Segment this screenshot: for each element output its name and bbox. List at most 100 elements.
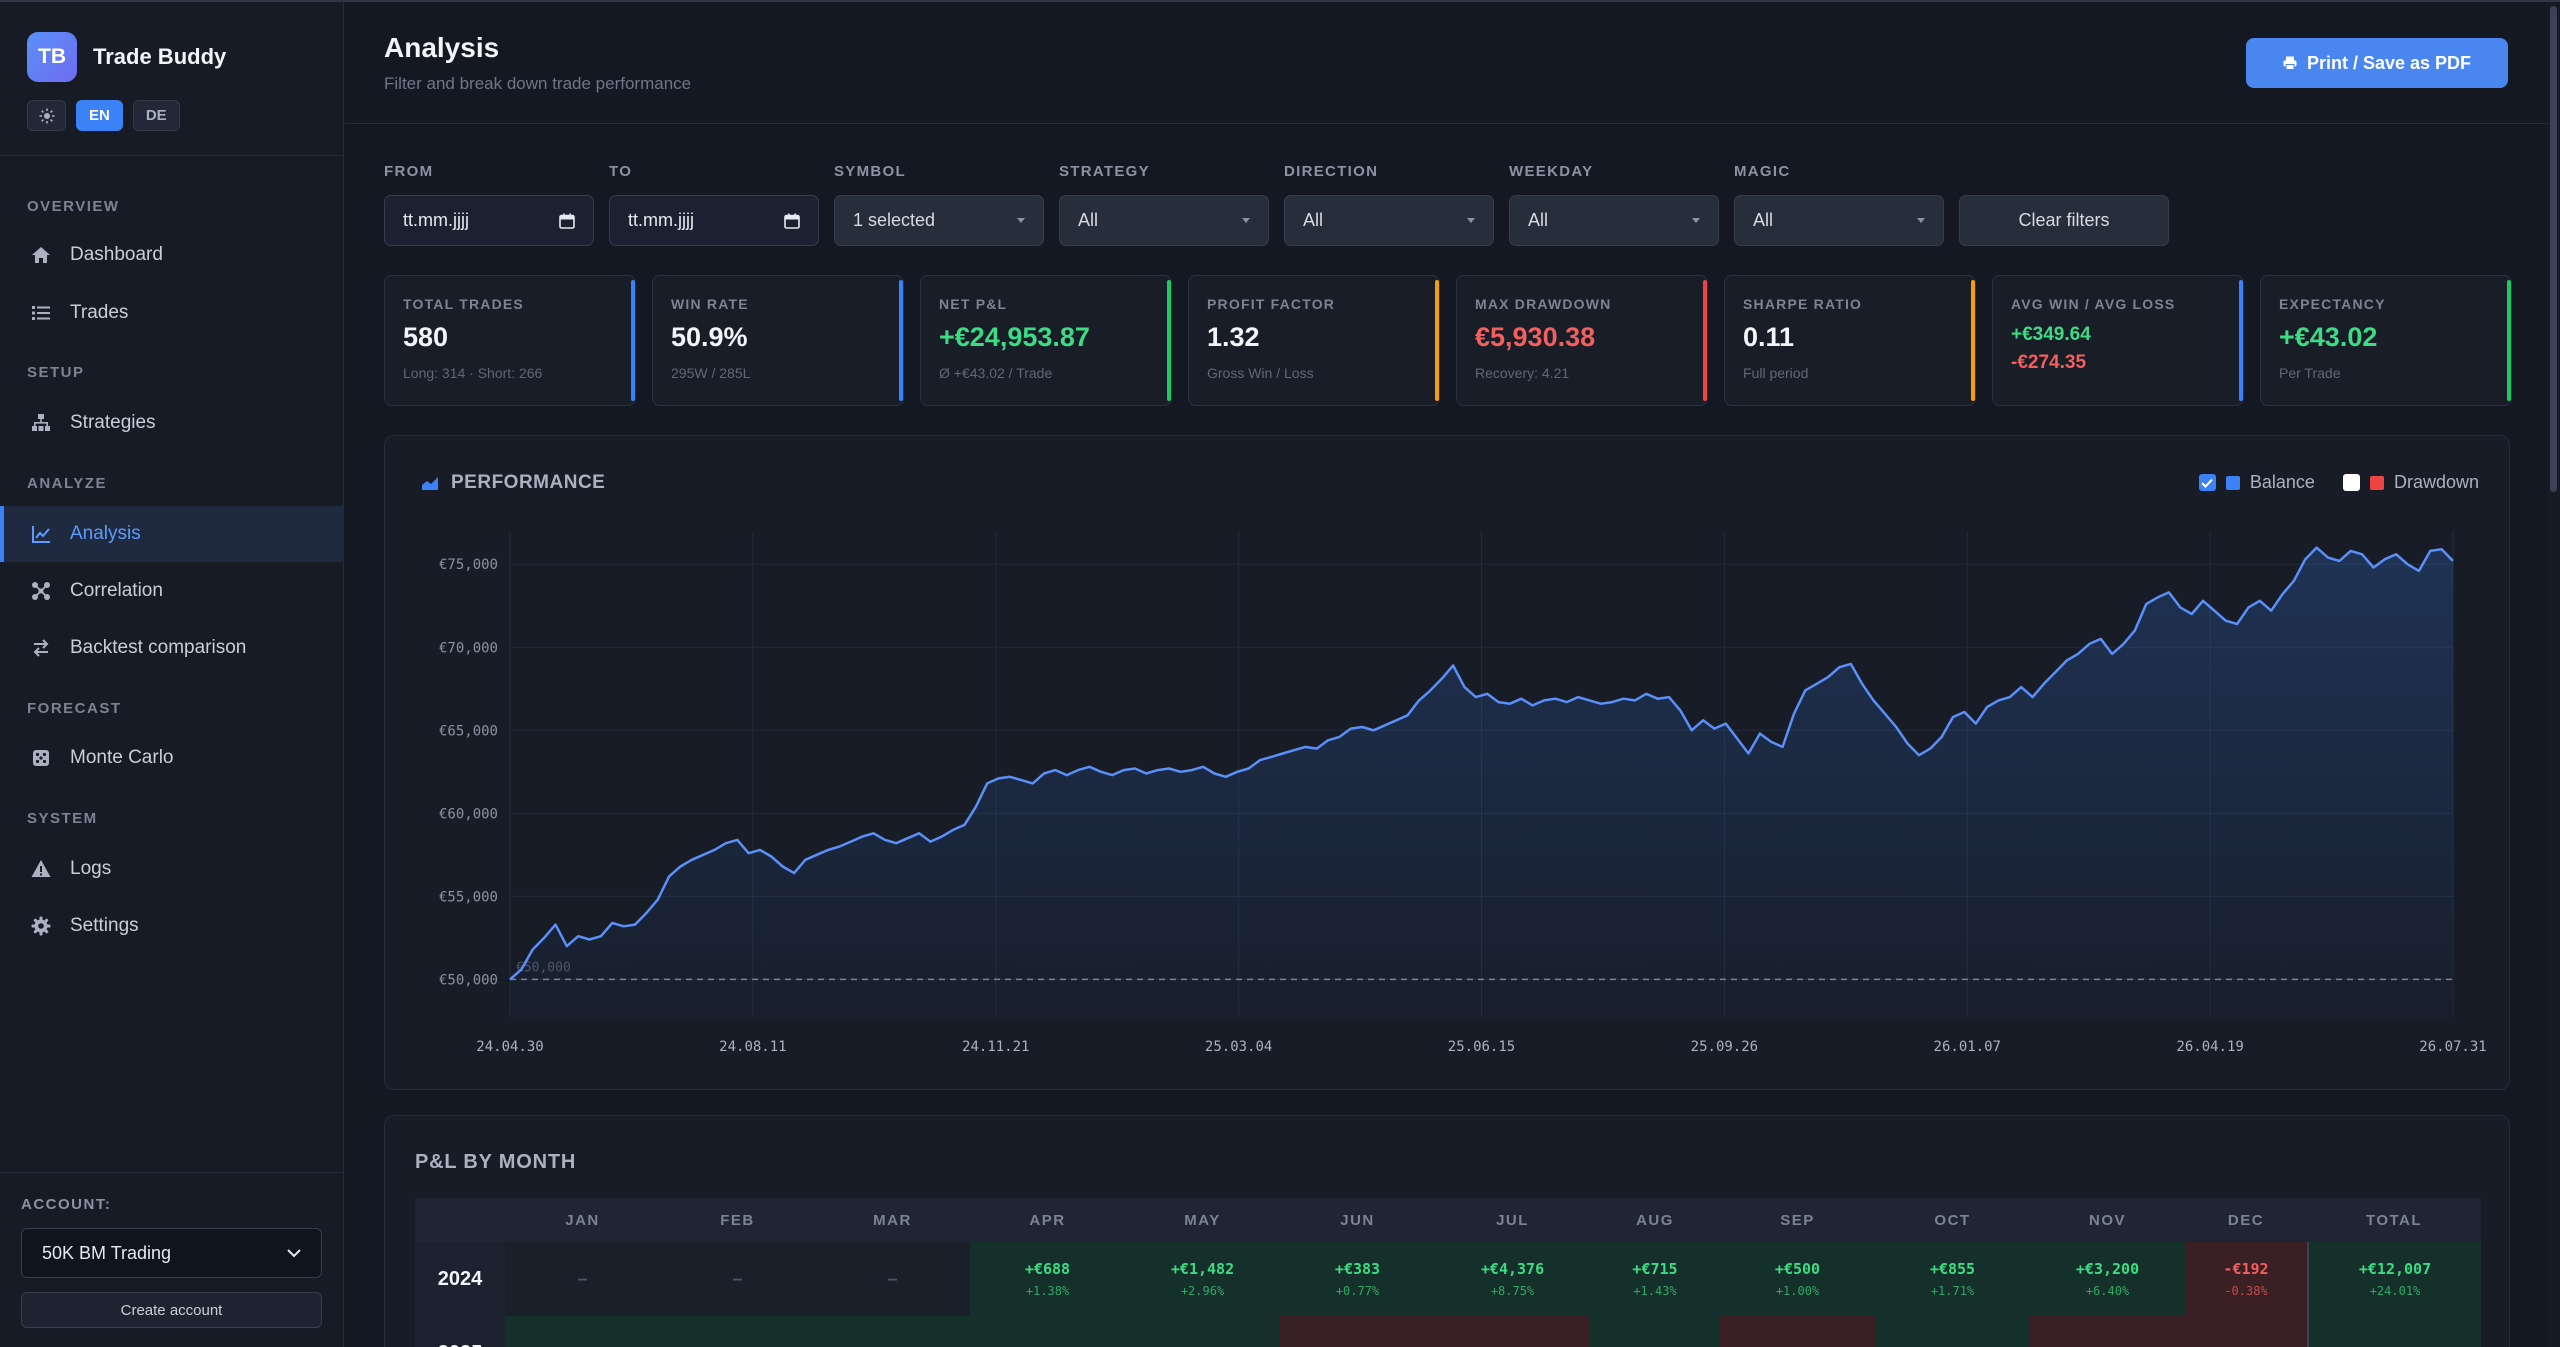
stat-accent-bar: [1435, 280, 1439, 401]
chevron-down-icon: [287, 1249, 301, 1258]
pnl-amount: +€688: [1024, 1260, 1071, 1278]
pnl-cell: –: [505, 1242, 660, 1316]
filter-symbol-select[interactable]: 1 selected: [834, 195, 1044, 246]
sidebar-item-monte-carlo[interactable]: Monte Carlo: [0, 730, 344, 786]
lang-en-button[interactable]: EN: [76, 100, 123, 131]
stat-subtext: Full period: [1743, 365, 1809, 381]
pnl-col-header: JAN: [565, 1211, 600, 1229]
brand[interactable]: TB Trade Buddy: [27, 32, 226, 82]
sidebar-item-settings[interactable]: Settings: [0, 898, 344, 954]
pnl-cell: -€772: [1435, 1316, 1590, 1347]
stat-label: PROFIT FACTOR: [1207, 296, 1336, 312]
sidebar-divider: [0, 1172, 344, 1173]
pnl-percent: +1.71%: [1930, 1284, 1975, 1298]
stat-value: +€43.02: [2279, 322, 2378, 352]
filter-value: All: [1528, 210, 1549, 230]
y-tick-label: €70,000: [439, 640, 498, 656]
sidebar-item-analysis[interactable]: Analysis: [0, 506, 344, 562]
pnl-cell: +€1,482 +2.96%: [1125, 1242, 1280, 1316]
page-header: Analysis Filter and break down trade per…: [345, 2, 2560, 124]
pnl-cell: +€219: [1590, 1316, 1720, 1347]
page-scrollbar[interactable]: [2547, 2, 2560, 1347]
sidebar-divider: [0, 155, 344, 156]
x-tick-label: 25.06.15: [1448, 1039, 1515, 1055]
filter-magic-select[interactable]: All: [1734, 195, 1944, 246]
sidebar-item-logs[interactable]: Logs: [0, 841, 344, 897]
stat-value: +€24,953.87: [939, 322, 1090, 352]
caret-down-icon: [1917, 218, 1925, 223]
pnl-percent: +1.43%: [1633, 1284, 1677, 1298]
pnl-year: 2024: [415, 1242, 505, 1316]
filter-value: All: [1303, 210, 1324, 230]
pnl-cell: -€489: [2185, 1316, 2307, 1347]
filter-to-input[interactable]: tt.mm.jjjj: [609, 195, 819, 246]
create-account-button[interactable]: Create account: [21, 1292, 322, 1328]
sidebar-item-label: Monte Carlo: [70, 747, 174, 768]
sidebar-item-trades[interactable]: Trades: [0, 285, 344, 341]
pnl-row: 2025+€30+€1,147+€1,374+€921+€2,403-€979-…: [415, 1316, 2481, 1347]
stat-value: 1.32: [1207, 322, 1260, 352]
nav-section-system: SYSTEM: [27, 810, 98, 827]
sidebar-item-strategies[interactable]: Strategies: [0, 395, 344, 451]
pnl-col-header: OCT: [1934, 1211, 1971, 1229]
pnl-cell: +€921: [970, 1316, 1125, 1347]
sidebar-item-label: Settings: [70, 915, 139, 936]
calendar-icon[interactable]: [784, 213, 800, 229]
lang-de-button[interactable]: DE: [132, 100, 180, 131]
sidebar-item-backtest-comparison[interactable]: Backtest comparison: [0, 620, 344, 676]
clear-filters-button[interactable]: Clear filters: [1959, 195, 2169, 246]
filter-label: FROM: [384, 163, 434, 180]
print-pdf-button[interactable]: Print / Save as PDF: [2246, 38, 2508, 88]
pnl-cell: +€688 +1.38%: [970, 1242, 1125, 1316]
performance-panel: €50,000 €55,000 €60,000 €65,000 €70,000 €75,0…: [384, 435, 2510, 1090]
pnl-col-header: FEB: [720, 1211, 755, 1229]
x-tick-label: 25.09.26: [1691, 1039, 1758, 1055]
stat-avg-loss: -€274.35: [2011, 352, 2087, 373]
pnl-col-header: TOTAL: [2365, 1211, 2423, 1229]
sidebar-item-correlation[interactable]: Correlation: [0, 563, 344, 619]
sidebar-item-dashboard[interactable]: Dashboard: [0, 227, 344, 283]
filter-weekday-select[interactable]: All: [1509, 195, 1719, 246]
x-tick-label: 26.04.19: [2176, 1039, 2243, 1055]
y-tick-label: €75,000: [439, 557, 498, 573]
sidebar-item-label: Backtest comparison: [70, 637, 247, 658]
filter-value: 1 selected: [853, 210, 936, 230]
pnl-percent: -0.38%: [2224, 1284, 2268, 1298]
pnl-col-header: MAR: [873, 1211, 912, 1229]
caret-down-icon: [1017, 218, 1025, 223]
pnl-col-header: [415, 1198, 505, 1242]
dice-icon: [30, 747, 52, 769]
x-tick-label: 26.07.31: [2419, 1039, 2486, 1055]
stat-label: WIN RATE: [671, 296, 749, 312]
swap-icon: [30, 637, 52, 659]
calendar-icon[interactable]: [559, 213, 575, 229]
drawdown-checkbox[interactable]: [2342, 474, 2360, 491]
sidebar-item-label: Dashboard: [70, 244, 163, 265]
filter-strategy-select[interactable]: All: [1059, 195, 1269, 246]
filter-direction-select[interactable]: All: [1284, 195, 1494, 246]
y-tick-label: €50,000: [439, 972, 498, 988]
balance-checkbox[interactable]: [2198, 474, 2216, 491]
scrollbar-thumb[interactable]: [2550, 6, 2557, 492]
nav-section-setup: SETUP: [27, 364, 85, 381]
stat-accent-bar: [2239, 280, 2243, 401]
pnl-cell: +€3,200 +6.40%: [2030, 1242, 2185, 1316]
pnl-col-header: JUN: [1340, 1211, 1375, 1229]
stat-card-max-drawdown: MAX DRAWDOWN €5,930.38 Recovery: 4.21: [1456, 275, 1708, 406]
account-select[interactable]: 50K BM Trading: [21, 1228, 322, 1278]
pnl-col-header: SEP: [1780, 1211, 1815, 1229]
theme-toggle-button[interactable]: [27, 100, 66, 131]
filter-label: TO: [609, 163, 633, 180]
brand-name: Trade Buddy: [93, 44, 227, 69]
stat-label: SHARPE RATIO: [1743, 296, 1863, 312]
pnl-cell: –: [815, 1242, 970, 1316]
filter-label: SYMBOL: [834, 163, 906, 180]
pnl-cell: +€855 +1.71%: [1875, 1242, 2030, 1316]
pnl-by-month-panel: P&L BY MONTH JAN FEB MAR APR MAY JUN JUL AUG SEP…: [384, 1115, 2510, 1347]
network-icon: [30, 580, 52, 602]
stat-value: 50.9%: [671, 322, 748, 352]
filter-from-input[interactable]: tt.mm.jjjj: [384, 195, 594, 246]
stat-subtext: Per Trade: [2279, 365, 2341, 381]
area-chart-icon: [422, 477, 438, 490]
account-label: ACCOUNT:: [21, 1196, 112, 1213]
